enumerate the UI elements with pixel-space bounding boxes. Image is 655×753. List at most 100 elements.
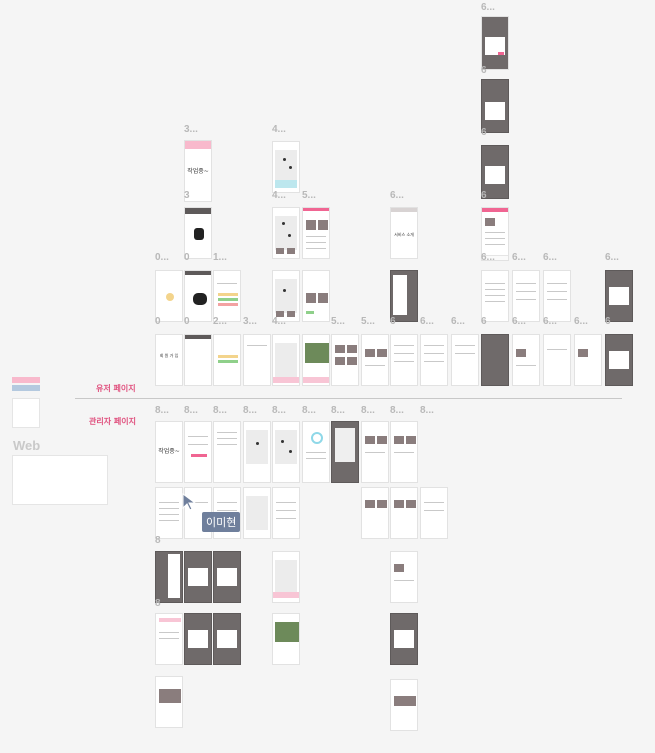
screen-frame[interactable]	[155, 487, 183, 539]
screen-frame[interactable]	[605, 270, 633, 322]
thumbnail[interactable]	[12, 385, 40, 391]
screen-frame[interactable]	[390, 487, 418, 539]
screen-frame[interactable]	[302, 421, 330, 483]
screen-frame[interactable]	[272, 487, 300, 539]
screen-frame[interactable]	[390, 613, 418, 665]
screen-frame[interactable]	[302, 207, 330, 259]
photo-thumb	[394, 436, 404, 444]
screen-frame[interactable]	[184, 551, 212, 603]
screen-frame[interactable]	[272, 334, 300, 386]
screen-frame[interactable]	[155, 676, 183, 728]
photo-thumb	[335, 357, 345, 365]
screen-frame[interactable]	[272, 270, 300, 322]
bottom-card	[303, 377, 329, 383]
text-line	[394, 345, 414, 346]
figma-canvas[interactable]: 6... 6 6 6 3... 작업중~ 3 4... 4... 5... 6.…	[0, 0, 655, 753]
screen-frame[interactable]	[605, 334, 633, 386]
screen-frame[interactable]	[512, 334, 540, 386]
screen-frame[interactable]	[302, 334, 330, 386]
screen-frame[interactable]	[420, 334, 448, 386]
text-line	[159, 638, 179, 639]
text-line	[159, 632, 179, 633]
screen-frame[interactable]	[574, 334, 602, 386]
screen-frame[interactable]	[331, 334, 359, 386]
tab-bar	[159, 618, 181, 622]
screen-frame[interactable]	[184, 334, 212, 386]
screen-frame[interactable]	[543, 334, 571, 386]
screen-frame[interactable]	[481, 16, 509, 70]
screen-frame[interactable]	[390, 334, 418, 386]
screen-frame[interactable]	[243, 334, 271, 386]
text-line	[455, 345, 475, 346]
screen-frame[interactable]	[390, 679, 418, 731]
frame-label: 6	[481, 127, 487, 138]
screen-frame[interactable]	[272, 551, 300, 603]
screen-frame[interactable]	[213, 551, 241, 603]
screen-frame[interactable]	[361, 334, 389, 386]
info-card	[275, 180, 297, 188]
screen-frame[interactable]	[331, 421, 359, 483]
text-line	[424, 502, 444, 503]
screen-frame[interactable]	[213, 334, 241, 386]
screen-frame[interactable]	[512, 270, 540, 322]
screen-frame[interactable]	[481, 270, 509, 322]
screen-frame[interactable]	[361, 487, 389, 539]
frame-label: 8...	[420, 405, 434, 416]
text-line	[306, 236, 326, 237]
text-line	[159, 520, 179, 521]
screen-frame[interactable]	[272, 207, 300, 259]
gauge	[311, 432, 323, 444]
screen-frame[interactable]	[243, 421, 271, 483]
thumbnail[interactable]	[12, 398, 40, 428]
photo-thumb	[318, 220, 328, 230]
screen-frame[interactable]	[184, 421, 212, 483]
modal-block	[485, 102, 505, 120]
photo-thumb	[365, 349, 375, 357]
screen-frame[interactable]	[390, 421, 418, 483]
screen-frame[interactable]	[543, 270, 571, 322]
text-line	[547, 283, 567, 284]
screen-frame[interactable]	[390, 551, 418, 603]
frame-label: 8...	[361, 405, 375, 416]
admin-page-label: 관리자 페이지	[89, 417, 136, 426]
screen-frame[interactable]	[213, 421, 241, 483]
modal-block	[485, 166, 505, 184]
frame-label: 5...	[331, 316, 345, 327]
screen-frame[interactable]: 회 원 가 입	[155, 334, 183, 386]
option-button	[218, 360, 238, 363]
screen-frame[interactable]	[155, 270, 183, 322]
frame-label: 6...	[481, 252, 495, 263]
screen-frame[interactable]	[243, 487, 271, 539]
screen-frame[interactable]	[481, 79, 509, 133]
frame-label: 8...	[184, 405, 198, 416]
screen-frame[interactable]	[184, 613, 212, 665]
frame-label: 8...	[331, 405, 345, 416]
screen-frame[interactable]: 작업중~	[155, 421, 183, 483]
screen-frame[interactable]	[272, 613, 300, 665]
screen-frame[interactable]: 서비스 소개	[390, 207, 418, 259]
screen-frame[interactable]	[481, 334, 509, 386]
thumbnail[interactable]	[12, 377, 40, 383]
frame-label: 8...	[155, 405, 169, 416]
screen-frame[interactable]	[272, 421, 300, 483]
screen-frame[interactable]	[213, 270, 241, 322]
screen-frame[interactable]	[155, 551, 183, 603]
screen-frame[interactable]	[302, 270, 330, 322]
screen-frame[interactable]	[390, 270, 418, 322]
screen-frame[interactable]	[272, 141, 300, 193]
map-area	[275, 343, 297, 377]
screen-frame[interactable]	[420, 487, 448, 539]
map-area	[275, 279, 297, 313]
illustration	[193, 293, 207, 305]
screen-frame[interactable]	[361, 421, 389, 483]
photo-thumb	[578, 349, 588, 357]
web-frame[interactable]	[12, 455, 108, 505]
text-line	[276, 518, 296, 519]
screen-frame[interactable]	[184, 270, 212, 322]
frame-label: 3...	[184, 124, 198, 135]
text-line	[424, 345, 444, 346]
screen-frame[interactable]	[451, 334, 479, 386]
screen-frame[interactable]	[155, 613, 183, 665]
screen-frame[interactable]	[213, 613, 241, 665]
map-area	[275, 560, 297, 594]
